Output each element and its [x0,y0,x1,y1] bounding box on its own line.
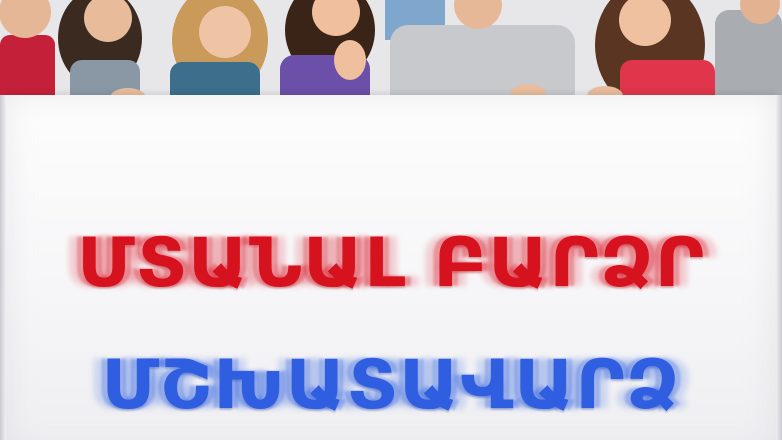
people-photo [0,0,782,110]
headline-line-2: ՄՇԽԱՏԱՎԱՐՁ [101,345,681,425]
headline-line-1: ՄՏԱՆԱԼ ԲԱՐՁՐ [77,223,705,303]
promo-image: ՄՏԱՆԱԼ ԲԱՐՁՐ ՄՇԽԱՏԱՎԱՐՁ [0,0,782,440]
people-illustration [0,0,782,110]
